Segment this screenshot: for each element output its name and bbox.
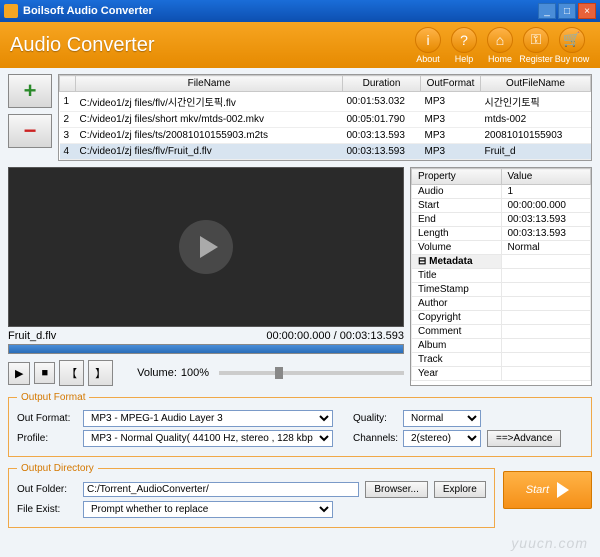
mark-out-button[interactable]: 】	[88, 360, 113, 386]
add-file-button[interactable]: +	[8, 74, 52, 108]
channels-select[interactable]: 2(stereo)	[403, 430, 481, 447]
property-row: Length00:03:13.593	[412, 227, 591, 241]
file-row[interactable]: 4C:/video1/zj files/flv/Fruit_d.flv00:03…	[60, 144, 591, 160]
start-button[interactable]: Start	[503, 471, 592, 509]
preview-filename: Fruit_d.flv	[8, 330, 56, 342]
property-row: Author	[412, 297, 591, 311]
property-row: Audio1	[412, 185, 591, 199]
file-row[interactable]: 2C:/video1/zj files/short mkv/mtds-002.m…	[60, 112, 591, 128]
header-buy-now-button[interactable]: 🛒Buy now	[554, 27, 590, 64]
file-list[interactable]: FileName Duration OutFormat OutFileName …	[58, 74, 592, 161]
property-row: Track	[412, 353, 591, 367]
close-button[interactable]: ×	[578, 3, 596, 19]
profile-select[interactable]: MP3 - Normal Quality( 44100 Hz, stereo ,…	[83, 430, 333, 447]
property-row: ⊟ Metadata	[412, 255, 591, 269]
col-outfilename: OutFileName	[481, 76, 591, 92]
property-row: VolumeNormal	[412, 241, 591, 255]
property-row: End00:03:13.593	[412, 213, 591, 227]
browse-button[interactable]: Browser...	[365, 481, 427, 498]
app-icon	[4, 4, 18, 18]
advance-button[interactable]: ==>Advance	[487, 430, 561, 447]
volume-slider[interactable]	[219, 371, 404, 375]
col-outformat: OutFormat	[421, 76, 481, 92]
explore-button[interactable]: Explore	[434, 481, 486, 498]
property-row: TimeStamp	[412, 283, 591, 297]
col-filename: FileName	[76, 76, 343, 92]
header-about-button[interactable]: iAbout	[410, 27, 446, 64]
stop-button[interactable]: ■	[34, 362, 55, 384]
play-button[interactable]: ▶	[8, 362, 30, 385]
video-preview[interactable]	[8, 167, 404, 327]
preview-panel: Fruit_d.flv 00:00:00.000 / 00:03:13.593 …	[8, 167, 404, 386]
output-directory-group: Output Directory Out Folder: Browser... …	[8, 463, 495, 528]
channels-label: Channels:	[353, 433, 397, 444]
properties-panel: Property Value Audio1 Start00:00:00.000 …	[410, 167, 592, 386]
property-row: Album	[412, 339, 591, 353]
output-directory-legend: Output Directory	[17, 463, 98, 474]
titlebar: Boilsoft Audio Converter _ □ ×	[0, 0, 600, 22]
col-value: Value	[501, 169, 591, 185]
volume-label: Volume:	[137, 367, 177, 379]
app-title: Audio Converter	[10, 34, 410, 57]
file-row[interactable]: 1C:/video1/zj files/flv/시간인기토픽.flv00:01:…	[60, 92, 591, 112]
col-property: Property	[412, 169, 502, 185]
property-row: Title	[412, 269, 591, 283]
window-title: Boilsoft Audio Converter	[23, 5, 536, 17]
file-row[interactable]: 3C:/video1/zj files/ts/20081010155903.m2…	[60, 128, 591, 144]
outformat-select[interactable]: MP3 - MPEG-1 Audio Layer 3	[83, 410, 333, 427]
profile-label: Profile:	[17, 433, 77, 444]
outfolder-label: Out Folder:	[17, 484, 77, 495]
outfolder-input[interactable]	[83, 482, 359, 497]
preview-time: 00:00:00.000 / 00:03:13.593	[266, 330, 404, 342]
remove-file-button[interactable]: −	[8, 114, 52, 148]
quality-select[interactable]: Normal	[403, 410, 481, 427]
header-register-button[interactable]: ⚿Register	[518, 27, 554, 64]
header-home-button[interactable]: ⌂Home	[482, 27, 518, 64]
volume-value: 100%	[181, 367, 209, 379]
property-row: Copyright	[412, 311, 591, 325]
watermark: yuucn.com	[511, 535, 588, 551]
output-format-legend: Output Format	[17, 392, 89, 403]
fileexist-select[interactable]: Prompt whether to replace	[83, 501, 333, 518]
col-num	[60, 76, 76, 92]
header-help-button[interactable]: ?Help	[446, 27, 482, 64]
property-row: Comment	[412, 325, 591, 339]
minimize-button[interactable]: _	[538, 3, 556, 19]
property-row: Start00:00:00.000	[412, 199, 591, 213]
property-row: Year	[412, 367, 591, 381]
mark-in-button[interactable]: 【	[59, 360, 84, 386]
header: Audio Converter iAbout?Help⌂Home⚿Registe…	[0, 22, 600, 68]
outformat-label: Out Format:	[17, 413, 77, 424]
quality-label: Quality:	[353, 413, 397, 424]
col-duration: Duration	[343, 76, 421, 92]
fileexist-label: File Exist:	[17, 504, 77, 515]
play-overlay-icon[interactable]	[179, 220, 233, 274]
seek-bar[interactable]	[8, 344, 404, 354]
output-format-group: Output Format Out Format: MP3 - MPEG-1 A…	[8, 392, 592, 457]
maximize-button[interactable]: □	[558, 3, 576, 19]
